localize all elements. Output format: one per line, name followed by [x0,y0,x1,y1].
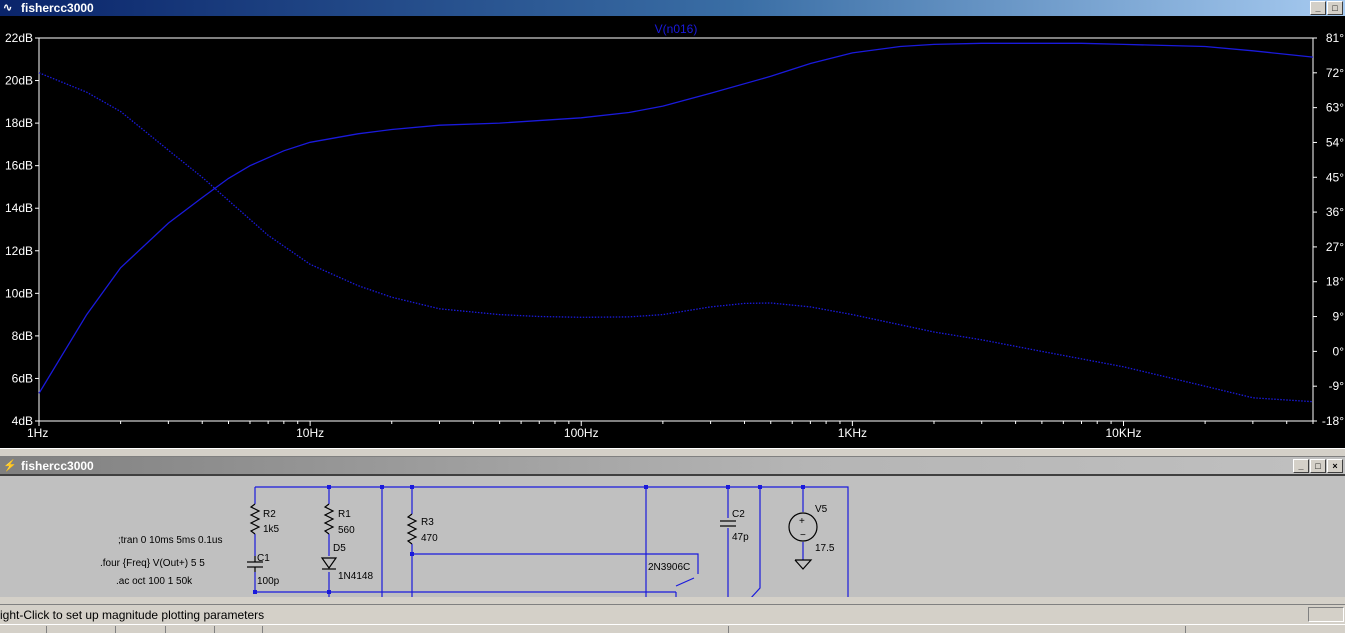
plot-window-title: fishercc3000 [21,1,94,15]
right-tick-label[interactable]: 72° [1326,66,1344,80]
plot-area-border [38,37,1314,422]
right-tick-label[interactable]: 0° [1333,344,1345,358]
maximize-button[interactable]: □ [1327,1,1343,15]
status-message: ight-Click to set up magnitude plotting … [0,608,265,622]
right-tick-label[interactable]: 9° [1333,310,1345,324]
left-tick-label[interactable]: 16dB [5,159,33,173]
right-tick-label[interactable]: 27° [1326,240,1344,254]
label-r1-ref: R1 [338,509,351,520]
svg-text:+: + [799,516,805,527]
minimize-button[interactable]: _ [1293,458,1309,473]
status-panel [1308,607,1344,622]
resistor-r2 [249,503,261,535]
schem-source-signs: + − [799,516,806,541]
right-tick-label[interactable]: 36° [1326,205,1344,219]
svg-text:−: − [800,530,806,541]
right-tick-label[interactable]: 63° [1326,101,1344,115]
schematic-window-titlebar[interactable]: ⚡ fishercc3000 _ □ × [0,457,1345,474]
label-c1-value: 100p [257,576,280,587]
diode-d5 [320,557,338,570]
spice-directives[interactable]: ;tran 0 10ms 5ms 0.1us .four {Freq} V(Ou… [100,535,223,587]
traces [38,42,1314,403]
close-button[interactable]: × [1327,458,1343,473]
right-axis[interactable]: 81° 72° 63° 54° 45° 36° 27° 18° 9° 0° -9° -18° [1313,31,1344,428]
x-axis[interactable]: 1Hz 10Hz 100Hz 1KHz 10KHz [27,421,1314,440]
left-tick-label[interactable]: 22dB [5,31,33,45]
right-tick-label[interactable]: 18° [1326,275,1344,289]
left-tick-label[interactable]: 8dB [12,329,33,343]
resistor-r1 [323,503,335,535]
label-v5-ref: V5 [815,504,828,515]
left-tick-label[interactable]: 10dB [5,286,33,300]
left-tick-label[interactable]: 18dB [5,116,33,130]
left-tick-label[interactable]: 12dB [5,244,33,258]
x-tick-label[interactable]: 10KHz [1105,426,1141,440]
label-d5-value: 1N4148 [338,571,373,582]
plot-window-titlebar[interactable]: ∿ fishercc3000 _ □ [0,0,1345,16]
right-tick-label[interactable]: -9° [1329,379,1345,393]
junctions [253,485,805,594]
waveform-icon: ∿ [3,2,13,14]
component-labels: R2 1k5 R1 560 R3 470 C1 100p D5 1N4148 C… [257,504,835,587]
window-splitter[interactable] [0,448,1345,457]
label-v5-value: 17.5 [815,543,835,554]
x-tick-label[interactable]: 100Hz [564,426,599,440]
magnitude-trace[interactable] [38,42,1314,394]
bode-plot[interactable]: V(n016) 22dB 20dB 18dB 16dB 14dB 12dB 10dB 8dB 6… [0,16,1345,448]
label-r2-ref: R2 [263,509,276,520]
directive-ac: .ac oct 100 1 50k [116,576,193,587]
left-tick-label[interactable]: 14dB [5,201,33,215]
schematic-pane[interactable]: + − R2 1k5 R1 560 R3 470 C1 100p D5 1N41… [0,474,1345,597]
right-tick-label[interactable]: 54° [1326,135,1344,149]
directive-four: .four {Freq} V(Out+) 5 5 [100,558,205,569]
waveform-plot-pane[interactable]: V(n016) 22dB 20dB 18dB 16dB 14dB 12dB 10dB 8dB 6… [0,16,1345,448]
maximize-button[interactable]: □ [1310,458,1326,473]
ground-symbol [794,559,813,570]
right-tick-label[interactable]: 45° [1326,170,1344,184]
status-bar: ight-Click to set up magnitude plotting … [0,604,1345,624]
label-c2-value: 47p [732,532,749,543]
label-r1-value: 560 [338,525,355,536]
x-tick-label[interactable]: 1Hz [27,426,48,440]
label-r3-value: 470 [421,533,438,544]
label-c1-ref: C1 [257,553,270,564]
resistor-r3 [406,513,418,545]
label-d5-ref: D5 [333,543,346,554]
left-axis[interactable]: 22dB20dB18dB16dB14dB12dB10dB8dB6dB4dB [5,31,39,428]
minimize-button[interactable]: _ [1310,1,1326,15]
right-tick-label[interactable]: 81° [1326,31,1344,45]
trace-title[interactable]: V(n016) [655,22,698,36]
right-tick-label[interactable]: -18° [1322,414,1344,428]
label-r3-ref: R3 [421,517,434,528]
label-q4-model: 2N3906C [648,562,690,573]
x-tick-label[interactable]: 10Hz [296,426,324,440]
label-c2-ref: C2 [732,509,745,520]
phase-trace[interactable] [38,72,1314,403]
label-r2-value: 1k5 [263,524,280,535]
schematic-icon: ⚡ [3,459,17,472]
x-tick-label[interactable]: 1KHz [838,426,867,440]
left-tick-label[interactable]: 20dB [5,74,33,88]
directive-tran: ;tran 0 10ms 5ms 0.1us [118,535,223,546]
left-tick-label[interactable]: 6dB [12,371,33,385]
schematic-window-title: fishercc3000 [21,458,94,473]
